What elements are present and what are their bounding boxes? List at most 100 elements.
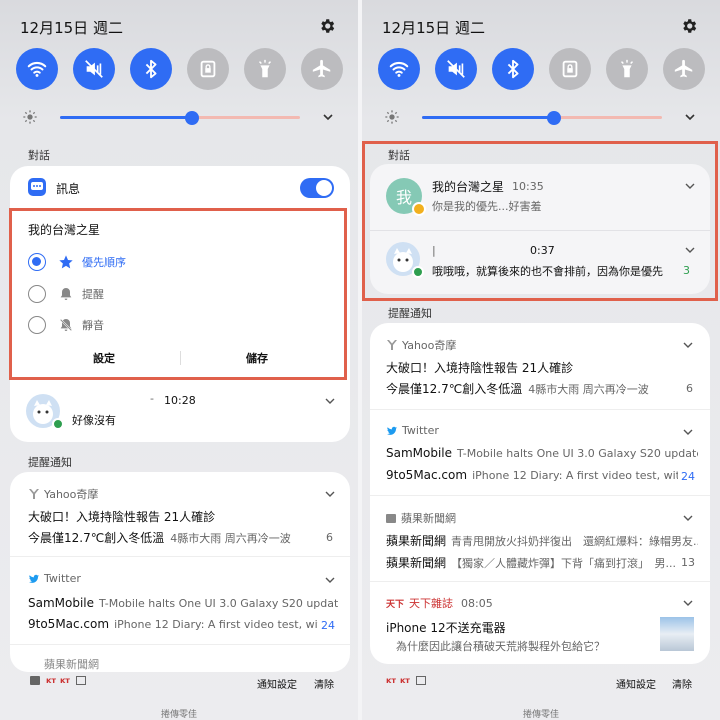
chevron-down-icon[interactable] — [684, 180, 696, 192]
brightness-thumb[interactable] — [547, 111, 561, 125]
flashlight-tile[interactable] — [244, 48, 286, 90]
brightness-slider[interactable] — [16, 106, 342, 130]
brightness-slider[interactable] — [378, 106, 704, 130]
yahoo-source: Yahoo奇摩 — [402, 339, 457, 352]
apple-source-partial: 蘋果新聞網 — [44, 658, 99, 671]
cw-time: 08:05 — [461, 596, 493, 610]
yahoo-title[interactable]: 大破口！入境持陰性報告 21人確診 — [386, 359, 686, 376]
chevron-down-icon[interactable] — [322, 111, 334, 123]
twitter-row-1[interactable]: SamMobile T-Mobile halts One UI 3.0 Gala… — [386, 446, 698, 460]
flashlight-icon — [258, 59, 272, 78]
cw-header: 天下 天下雜誌 08:05 — [386, 595, 493, 611]
twitter-icon — [387, 426, 397, 435]
sound-tile[interactable] — [73, 48, 115, 90]
option-priority-label: 優先順序 — [82, 256, 126, 269]
lock-rotation-icon — [562, 60, 578, 78]
apple-row-1[interactable]: 蘋果新聞網 青青甩開放火抖奶拌復出 還網紅爆料：綠帽男友... — [386, 532, 698, 549]
rotation-tile[interactable] — [549, 48, 591, 90]
brightness-track — [422, 111, 662, 125]
twitter-row-1[interactable]: SamMobile T-Mobile halts One UI 3.0 Gala… — [28, 596, 338, 610]
conv1-text[interactable]: 你是我的優先...好害羞 — [432, 198, 542, 214]
option-priority[interactable]: 優先順序 — [28, 253, 126, 271]
date-label: 12月15日 週二 — [382, 19, 485, 37]
flashlight-tile[interactable] — [606, 48, 648, 90]
save-button[interactable]: 儲存 — [246, 350, 268, 366]
notification-settings-button[interactable]: 通知設定 — [257, 676, 297, 691]
chevron-down-icon[interactable] — [682, 339, 694, 351]
cw-title[interactable]: iPhone 12不送充電器 — [386, 619, 506, 636]
gear-icon[interactable] — [680, 17, 698, 35]
drag-handle[interactable]: 捲傳零佳 — [362, 707, 720, 720]
twitter-source: Twitter — [402, 424, 439, 437]
notification-panel-left: 12月15日 週二 對話 訊息 我的台灣之星 優先順序 提醒 靜音 設定 儲存 … — [0, 0, 358, 720]
brightness-icon — [385, 110, 399, 124]
wifi-tile[interactable] — [16, 48, 58, 90]
twitter-count: 24 — [681, 470, 695, 483]
radio-silent[interactable] — [28, 316, 46, 334]
chevron-down-icon[interactable] — [682, 512, 694, 524]
sound-tile[interactable] — [435, 48, 477, 90]
cw-thumbnail[interactable] — [660, 617, 694, 651]
clear-button[interactable]: 清除 — [672, 676, 692, 691]
cw-text[interactable]: 為什麼因此讓台積破天荒將製程外包給它？ — [396, 638, 605, 654]
bluetooth-icon — [145, 59, 157, 79]
chevron-down-icon[interactable] — [682, 597, 694, 609]
messages-toggle[interactable] — [300, 178, 334, 198]
bluetooth-icon — [507, 59, 519, 79]
option-silent[interactable]: 靜音 — [28, 316, 104, 334]
bluetooth-tile[interactable] — [130, 48, 172, 90]
conv1-time: 10:35 — [512, 180, 544, 193]
image-icon — [415, 676, 426, 685]
mute-icon — [85, 60, 103, 78]
twitter-count: 24 — [321, 619, 335, 632]
brightness-thumb[interactable] — [185, 111, 199, 125]
conv1-header[interactable]: 我的台灣之星 10:35 — [432, 178, 544, 195]
twitter-r2-title: 9to5Mac.com — [386, 468, 468, 482]
yahoo-sub-title: 今晨僅12.7℃創入冬低溫 — [28, 531, 165, 545]
radio-priority[interactable] — [28, 253, 46, 271]
option-alert[interactable]: 提醒 — [28, 285, 104, 303]
chevron-down-icon[interactable] — [682, 426, 694, 438]
airplane-tile[interactable] — [663, 48, 705, 90]
divider — [370, 581, 710, 582]
drag-handle[interactable]: 捲傳零佳 — [0, 707, 358, 720]
settings-button[interactable]: 設定 — [93, 350, 115, 366]
section-conversations: 對話 — [28, 149, 50, 162]
notification-panel-right: 12月15日 週二 對話 我 我的台灣之星 10:35 你是我的優先...好害羞… — [362, 0, 720, 720]
chevron-down-icon[interactable] — [324, 395, 336, 407]
mute-icon — [447, 60, 465, 78]
yahoo-subline[interactable]: 今晨僅12.7℃創入冬低溫 4縣市大雨 周六再冷一波 — [28, 529, 291, 546]
bluetooth-tile[interactable] — [492, 48, 534, 90]
conv-dash: - — [150, 392, 154, 405]
chat-badge-icon — [52, 418, 64, 430]
chevron-down-icon[interactable] — [324, 488, 336, 500]
chevron-down-icon[interactable] — [684, 111, 696, 123]
apple-count: 13 — [681, 556, 695, 569]
lock-rotation-icon — [200, 60, 216, 78]
airplane-tile[interactable] — [301, 48, 343, 90]
yahoo-title[interactable]: 大破口！入境持陰性報告 21人確診 — [28, 508, 328, 525]
clear-button[interactable]: 清除 — [314, 676, 334, 691]
conv2-text[interactable]: 哦哦哦，就算後來的也不會排前，因為你是優先 — [432, 263, 672, 279]
divider — [10, 644, 350, 645]
wifi-tile[interactable] — [378, 48, 420, 90]
divider — [10, 556, 350, 557]
notification-settings-button[interactable]: 通知設定 — [616, 676, 656, 691]
cw-source: 天下雜誌 — [409, 597, 454, 610]
gear-icon[interactable] — [318, 17, 336, 35]
chevron-down-icon[interactable] — [324, 574, 336, 586]
twitter-r1-text: T-Mobile halts One UI 3.0 Galaxy S20 upd… — [99, 596, 338, 610]
chevron-down-icon[interactable] — [684, 244, 696, 256]
apple-row-2[interactable]: 蘋果新聞網 【獨家／人體藏炸彈】下背「痛到打滾」 男... — [386, 554, 678, 571]
conv1-name: 我的台灣之星 — [432, 180, 505, 194]
twitter-row-2[interactable]: 9to5Mac.com iPhone 12 Diary: A first vid… — [386, 468, 678, 482]
radio-alert[interactable] — [28, 285, 46, 303]
yahoo-subline[interactable]: 今晨僅12.7℃創入冬低溫 4縣市大雨 周六再冷一波 — [386, 380, 649, 397]
conversations-card: 我 我的台灣之星 10:35 你是我的優先...好害羞 | 0:37 哦哦哦，就… — [370, 164, 710, 294]
quick-settings — [378, 48, 705, 90]
rotation-tile[interactable] — [187, 48, 229, 90]
logo-icon: ᴋᴛ — [46, 676, 56, 685]
apple-r2-title: 蘋果新聞網 — [386, 556, 447, 570]
twitter-row-2[interactable]: 9to5Mac.com iPhone 12 Diary: A first vid… — [28, 617, 318, 631]
footer-bar: ᴋᴛ ᴋᴛ 通知設定 清除 — [0, 676, 358, 692]
